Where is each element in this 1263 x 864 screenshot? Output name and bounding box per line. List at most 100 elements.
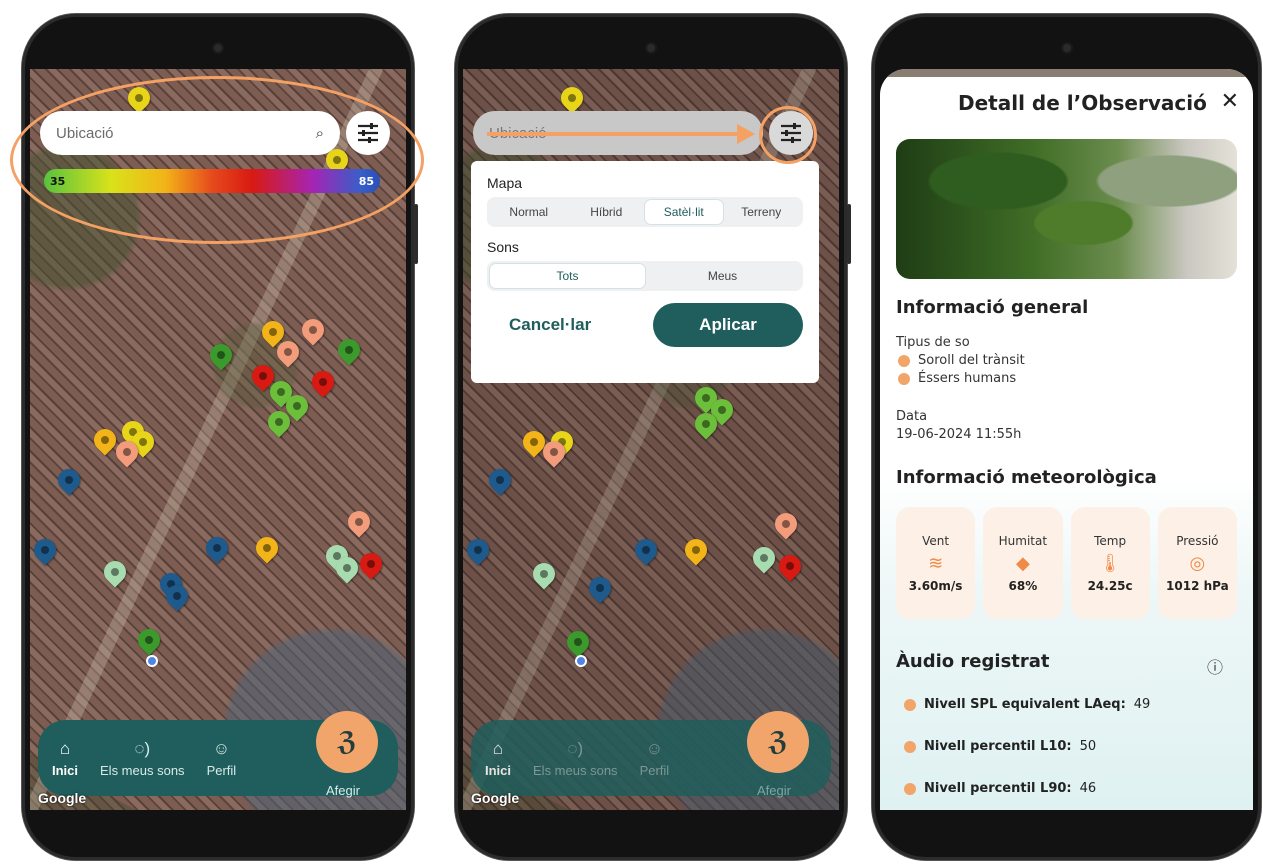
- nav-item-home[interactable]: ⌂ Inici: [485, 739, 511, 778]
- bullet-dot: [904, 698, 916, 711]
- audio-row: Nivell percentil L90: 46: [904, 781, 1096, 796]
- highlight-annotation: [759, 106, 817, 164]
- wind-icon: ≋: [928, 552, 944, 574]
- detail-title: Detall de l’Observació: [958, 91, 1207, 115]
- ear-plus-icon: ℨ: [768, 727, 788, 757]
- weather-value: 1012 hPa: [1166, 578, 1229, 593]
- map-type-label: Mapa: [487, 175, 523, 191]
- date-value: 19-06-2024 11:55h: [896, 427, 1022, 442]
- drop-icon: ◆: [1015, 552, 1030, 574]
- map-option-hybrid[interactable]: Híbrid: [568, 200, 646, 224]
- filter-screen: Ubicació ⌕ Mapa: [463, 69, 839, 810]
- bullet-dot: [904, 740, 916, 753]
- audio-metric-value: 46: [1079, 781, 1097, 796]
- observation-photo[interactable]: [896, 139, 1237, 279]
- audio-metric-value: 50: [1079, 739, 1097, 754]
- stage: Ubicació ⌕ 35 85 ⌂ Inici ◌) Els meus son…: [0, 0, 1263, 864]
- add-label: Afegir: [757, 783, 791, 798]
- camera: [214, 44, 222, 52]
- panel-actions: Cancel·lar Aplicar: [487, 303, 803, 347]
- profile-icon: ☺: [212, 738, 231, 758]
- nav-label: Els meus sons: [533, 762, 618, 778]
- map-option-normal[interactable]: Normal: [490, 200, 568, 224]
- weather-value: 68%: [1008, 578, 1038, 593]
- audio-heading: Àudio registrat: [896, 651, 1050, 672]
- side-button: [414, 204, 418, 264]
- weather-card-pressure: Pressió ◎ 1012 hPa: [1157, 507, 1237, 619]
- phone-map: Ubicació ⌕ 35 85 ⌂ Inici ◌) Els meus son…: [10, 14, 424, 860]
- close-icon[interactable]: ✕: [1221, 89, 1239, 114]
- audio-row: Nivell SPL equivalent LAeq: 49: [904, 697, 1150, 712]
- detail-screen: Detall de l’Observació ✕ Informació gene…: [880, 69, 1253, 810]
- sound-type-text: Soroll del trànsit: [918, 353, 1025, 368]
- info-icon[interactable]: ⓘ: [1207, 654, 1223, 678]
- weather-value: 24.25c: [1087, 578, 1133, 593]
- sounds-label: Sons: [487, 239, 519, 255]
- nav-item-my-sounds[interactable]: ◌) Els meus sons: [533, 739, 618, 778]
- date-label: Data: [896, 409, 928, 424]
- audio-metric-value: 49: [1133, 697, 1151, 712]
- current-location-dot: [146, 655, 158, 667]
- nav-item-home[interactable]: ⌂ Inici: [52, 739, 78, 778]
- sounds-option-mine[interactable]: Meus: [645, 264, 800, 288]
- apply-button[interactable]: Aplicar: [653, 303, 803, 347]
- weather-label: Temp: [1094, 533, 1127, 548]
- weather-heading: Informació meteorològica: [896, 467, 1157, 488]
- weather-label: Humitat: [998, 533, 1048, 548]
- weather-card-humidity: Humitat ◆ 68%: [983, 507, 1063, 619]
- google-attribution: Google: [38, 790, 87, 806]
- thermometer-icon: 🌡: [1098, 552, 1122, 574]
- audio-metric-label: Nivell SPL equivalent LAeq:: [924, 697, 1126, 712]
- sound-type-item: Éssers humans: [898, 371, 1016, 386]
- weather-label: Pressió: [1176, 533, 1219, 548]
- weather-card-temperature: Temp 🌡 24.25c: [1070, 507, 1150, 619]
- arrow-annotation: [487, 124, 755, 144]
- nav-label: Inici: [485, 762, 512, 778]
- sounds-option-all[interactable]: Tots: [490, 264, 645, 288]
- current-location-dot: [575, 655, 587, 667]
- map-type-selector: Normal Híbrid Satèl·lit Terreny: [487, 197, 803, 227]
- highlight-annotation: [10, 76, 424, 244]
- sounds-selector: Tots Meus: [487, 261, 803, 291]
- bullet-dot: [898, 372, 910, 385]
- nav-label: Els meus sons: [100, 762, 185, 778]
- status-strip: [880, 69, 1253, 77]
- add-label: Afegir: [326, 783, 360, 798]
- nav-label: Inici: [52, 762, 79, 778]
- filter-panel: Mapa Normal Híbrid Satèl·lit Terreny Son…: [471, 161, 819, 383]
- audio-metric-label: Nivell percentil L10:: [924, 739, 1072, 754]
- map-option-satellite[interactable]: Satèl·lit: [645, 200, 723, 224]
- nav-item-my-sounds[interactable]: ◌) Els meus sons: [100, 739, 185, 778]
- nav-label: Perfil: [639, 762, 670, 778]
- google-attribution: Google: [471, 790, 520, 806]
- home-icon: ⌂: [59, 738, 71, 758]
- bullet-dot: [904, 782, 916, 795]
- side-button: [847, 204, 851, 264]
- camera: [647, 44, 655, 52]
- weather-label: Vent: [922, 533, 950, 548]
- nav-item-profile[interactable]: ☺ Perfil: [207, 739, 237, 778]
- phone-detail: Detall de l’Observació ✕ Informació gene…: [872, 14, 1261, 860]
- gauge-icon: ◎: [1189, 552, 1206, 574]
- add-sound-button[interactable]: ℨ: [316, 711, 378, 773]
- weather-cards: Vent ≋ 3.60m/s Humitat ◆ 68% Temp 🌡 24.2…: [896, 507, 1237, 619]
- general-heading: Informació general: [896, 297, 1089, 318]
- ear-wave-icon: ◌): [134, 738, 151, 758]
- audio-metric-label: Nivell percentil L90:: [924, 781, 1072, 796]
- bullet-dot: [898, 354, 910, 367]
- ear-wave-icon: ◌): [567, 738, 584, 758]
- weather-card-wind: Vent ≋ 3.60m/s: [896, 507, 976, 619]
- weather-value: 3.60m/s: [908, 578, 963, 593]
- add-sound-button[interactable]: ℨ: [747, 711, 809, 773]
- ear-plus-icon: ℨ: [337, 727, 357, 757]
- profile-icon: ☺: [645, 738, 664, 758]
- sound-type-label: Tipus de so: [896, 335, 970, 350]
- map-option-terrain[interactable]: Terreny: [723, 200, 801, 224]
- sound-type-item: Soroll del trànsit: [898, 353, 1025, 368]
- cancel-button[interactable]: Cancel·lar: [487, 305, 613, 345]
- phone-filter: Ubicació ⌕ Mapa: [455, 14, 851, 860]
- audio-row: Nivell percentil L10: 50: [904, 739, 1096, 754]
- camera: [1062, 44, 1071, 52]
- sound-type-text: Éssers humans: [918, 371, 1017, 386]
- nav-item-profile[interactable]: ☺ Perfil: [640, 739, 670, 778]
